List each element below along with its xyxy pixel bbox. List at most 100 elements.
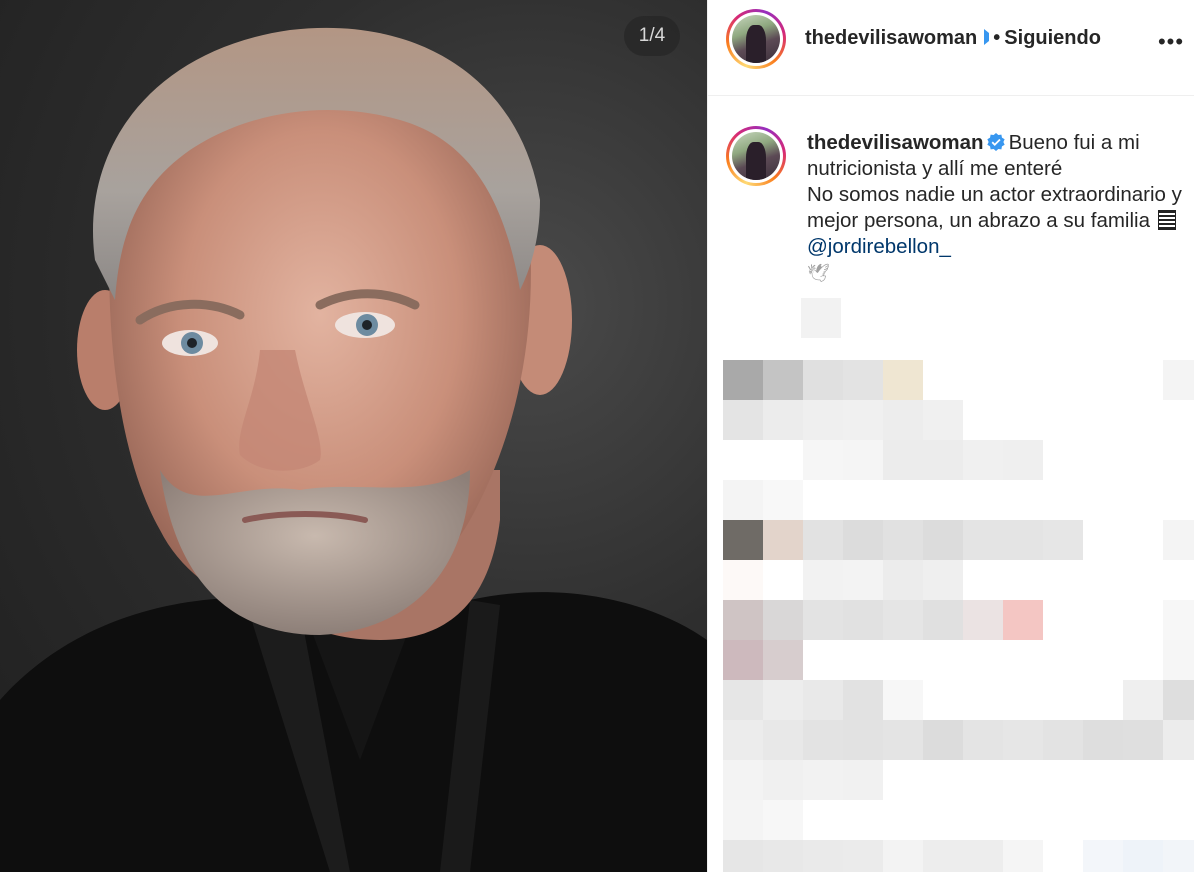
pixel-block bbox=[963, 440, 1003, 480]
pixel-block bbox=[1163, 520, 1194, 560]
pixel-block bbox=[1163, 600, 1194, 640]
pixel-block bbox=[803, 360, 843, 400]
pixel-block bbox=[723, 480, 763, 520]
verified-badge-icon bbox=[984, 29, 990, 45]
pixel-block bbox=[1163, 840, 1194, 872]
pixel-block bbox=[723, 680, 763, 720]
pixel-block bbox=[803, 520, 843, 560]
pixel-block bbox=[843, 600, 883, 640]
pixel-block bbox=[843, 680, 883, 720]
post-header: thedevilisawoman • Siguiendo ••• bbox=[708, 0, 1194, 96]
pixel-block bbox=[883, 360, 923, 400]
pixel-block bbox=[1083, 720, 1123, 760]
pixel-block bbox=[763, 480, 803, 520]
pixel-block bbox=[923, 720, 963, 760]
pixel-block bbox=[883, 840, 923, 872]
avatar[interactable] bbox=[726, 9, 786, 69]
pixel-block bbox=[1123, 680, 1163, 720]
pixel-block bbox=[723, 600, 763, 640]
pixel-block bbox=[883, 400, 923, 440]
pixel-block bbox=[763, 520, 803, 560]
pixel-block bbox=[883, 720, 923, 760]
pixel-block bbox=[963, 720, 1003, 760]
post-photo[interactable]: 1/4 bbox=[0, 0, 707, 872]
pixel-block bbox=[1163, 680, 1194, 720]
header-user-line: thedevilisawoman • Siguiendo bbox=[805, 27, 1101, 50]
pixel-block bbox=[803, 760, 843, 800]
pixel-block bbox=[883, 680, 923, 720]
pixel-block bbox=[1163, 360, 1194, 400]
pixel-block bbox=[1163, 720, 1194, 760]
pixel-block bbox=[803, 680, 843, 720]
dove-emoji-icon: 🕊 bbox=[807, 263, 830, 283]
separator-dot: • bbox=[993, 27, 1001, 49]
mention-link[interactable]: @jordirebellon_ bbox=[807, 235, 951, 258]
pixel-block bbox=[803, 400, 843, 440]
pixel-block bbox=[883, 560, 923, 600]
pixel-block bbox=[1003, 440, 1043, 480]
pixel-block bbox=[883, 520, 923, 560]
pixel-block bbox=[1083, 840, 1123, 872]
pixel-block bbox=[803, 440, 843, 480]
pixel-block bbox=[883, 600, 923, 640]
pixel-block bbox=[763, 720, 803, 760]
pixel-block bbox=[723, 840, 763, 872]
following-button[interactable]: Siguiendo bbox=[1004, 27, 1101, 49]
pixel-block bbox=[923, 400, 963, 440]
emoji-icon bbox=[1157, 210, 1176, 230]
pixel-block bbox=[723, 800, 763, 840]
carousel-counter: 1/4 bbox=[624, 16, 680, 56]
pixel-block bbox=[843, 400, 883, 440]
pixel-block bbox=[763, 800, 803, 840]
pixel-block bbox=[801, 298, 841, 338]
verified-badge-icon bbox=[986, 133, 1005, 151]
pixel-block bbox=[963, 840, 1003, 872]
post-caption: thedevilisawoman Bueno fui a mi nutricio… bbox=[807, 130, 1185, 286]
pixel-block bbox=[1163, 640, 1194, 680]
pixel-block bbox=[843, 440, 883, 480]
pixel-block bbox=[923, 520, 963, 560]
pixel-block bbox=[723, 560, 763, 600]
pixel-block bbox=[723, 400, 763, 440]
pixel-block bbox=[723, 640, 763, 680]
pixel-block bbox=[1003, 840, 1043, 872]
pixel-block bbox=[723, 760, 763, 800]
pixel-block bbox=[923, 840, 963, 872]
pixel-block bbox=[843, 840, 883, 872]
pixel-block bbox=[843, 720, 883, 760]
pixel-block bbox=[763, 600, 803, 640]
more-options-icon[interactable]: ••• bbox=[1156, 22, 1186, 62]
pixel-block bbox=[843, 760, 883, 800]
pixel-block bbox=[763, 640, 803, 680]
post-sidebar: thedevilisawoman • Siguiendo ••• thedevili… bbox=[707, 0, 1194, 872]
pixel-block bbox=[723, 360, 763, 400]
pixel-block bbox=[843, 360, 883, 400]
pixel-block bbox=[963, 520, 1003, 560]
pixel-block bbox=[1003, 720, 1043, 760]
pixel-block bbox=[843, 560, 883, 600]
pixel-block bbox=[1003, 600, 1043, 640]
pixel-block bbox=[803, 720, 843, 760]
pixel-block bbox=[1123, 720, 1163, 760]
pixel-block bbox=[803, 840, 843, 872]
caption-text-2: No somos nadie un actor extraordinario y… bbox=[807, 183, 1182, 232]
pixel-block bbox=[923, 560, 963, 600]
pixel-block bbox=[1123, 840, 1163, 872]
pixel-block bbox=[763, 360, 803, 400]
pixel-block bbox=[763, 400, 803, 440]
pixel-block bbox=[963, 600, 1003, 640]
pixel-block bbox=[1003, 520, 1043, 560]
username-link[interactable]: thedevilisawoman bbox=[805, 27, 977, 49]
pixel-block bbox=[723, 720, 763, 760]
caption-username[interactable]: thedevilisawoman bbox=[807, 131, 984, 154]
pixel-block bbox=[1043, 720, 1083, 760]
pixel-block bbox=[883, 440, 923, 480]
pixel-block bbox=[923, 600, 963, 640]
pixel-block bbox=[803, 560, 843, 600]
caption-avatar[interactable] bbox=[726, 126, 786, 186]
pixel-block bbox=[923, 440, 963, 480]
pixel-block bbox=[763, 840, 803, 872]
portrait-image bbox=[0, 27, 707, 872]
pixel-block bbox=[843, 520, 883, 560]
pixel-block bbox=[723, 520, 763, 560]
